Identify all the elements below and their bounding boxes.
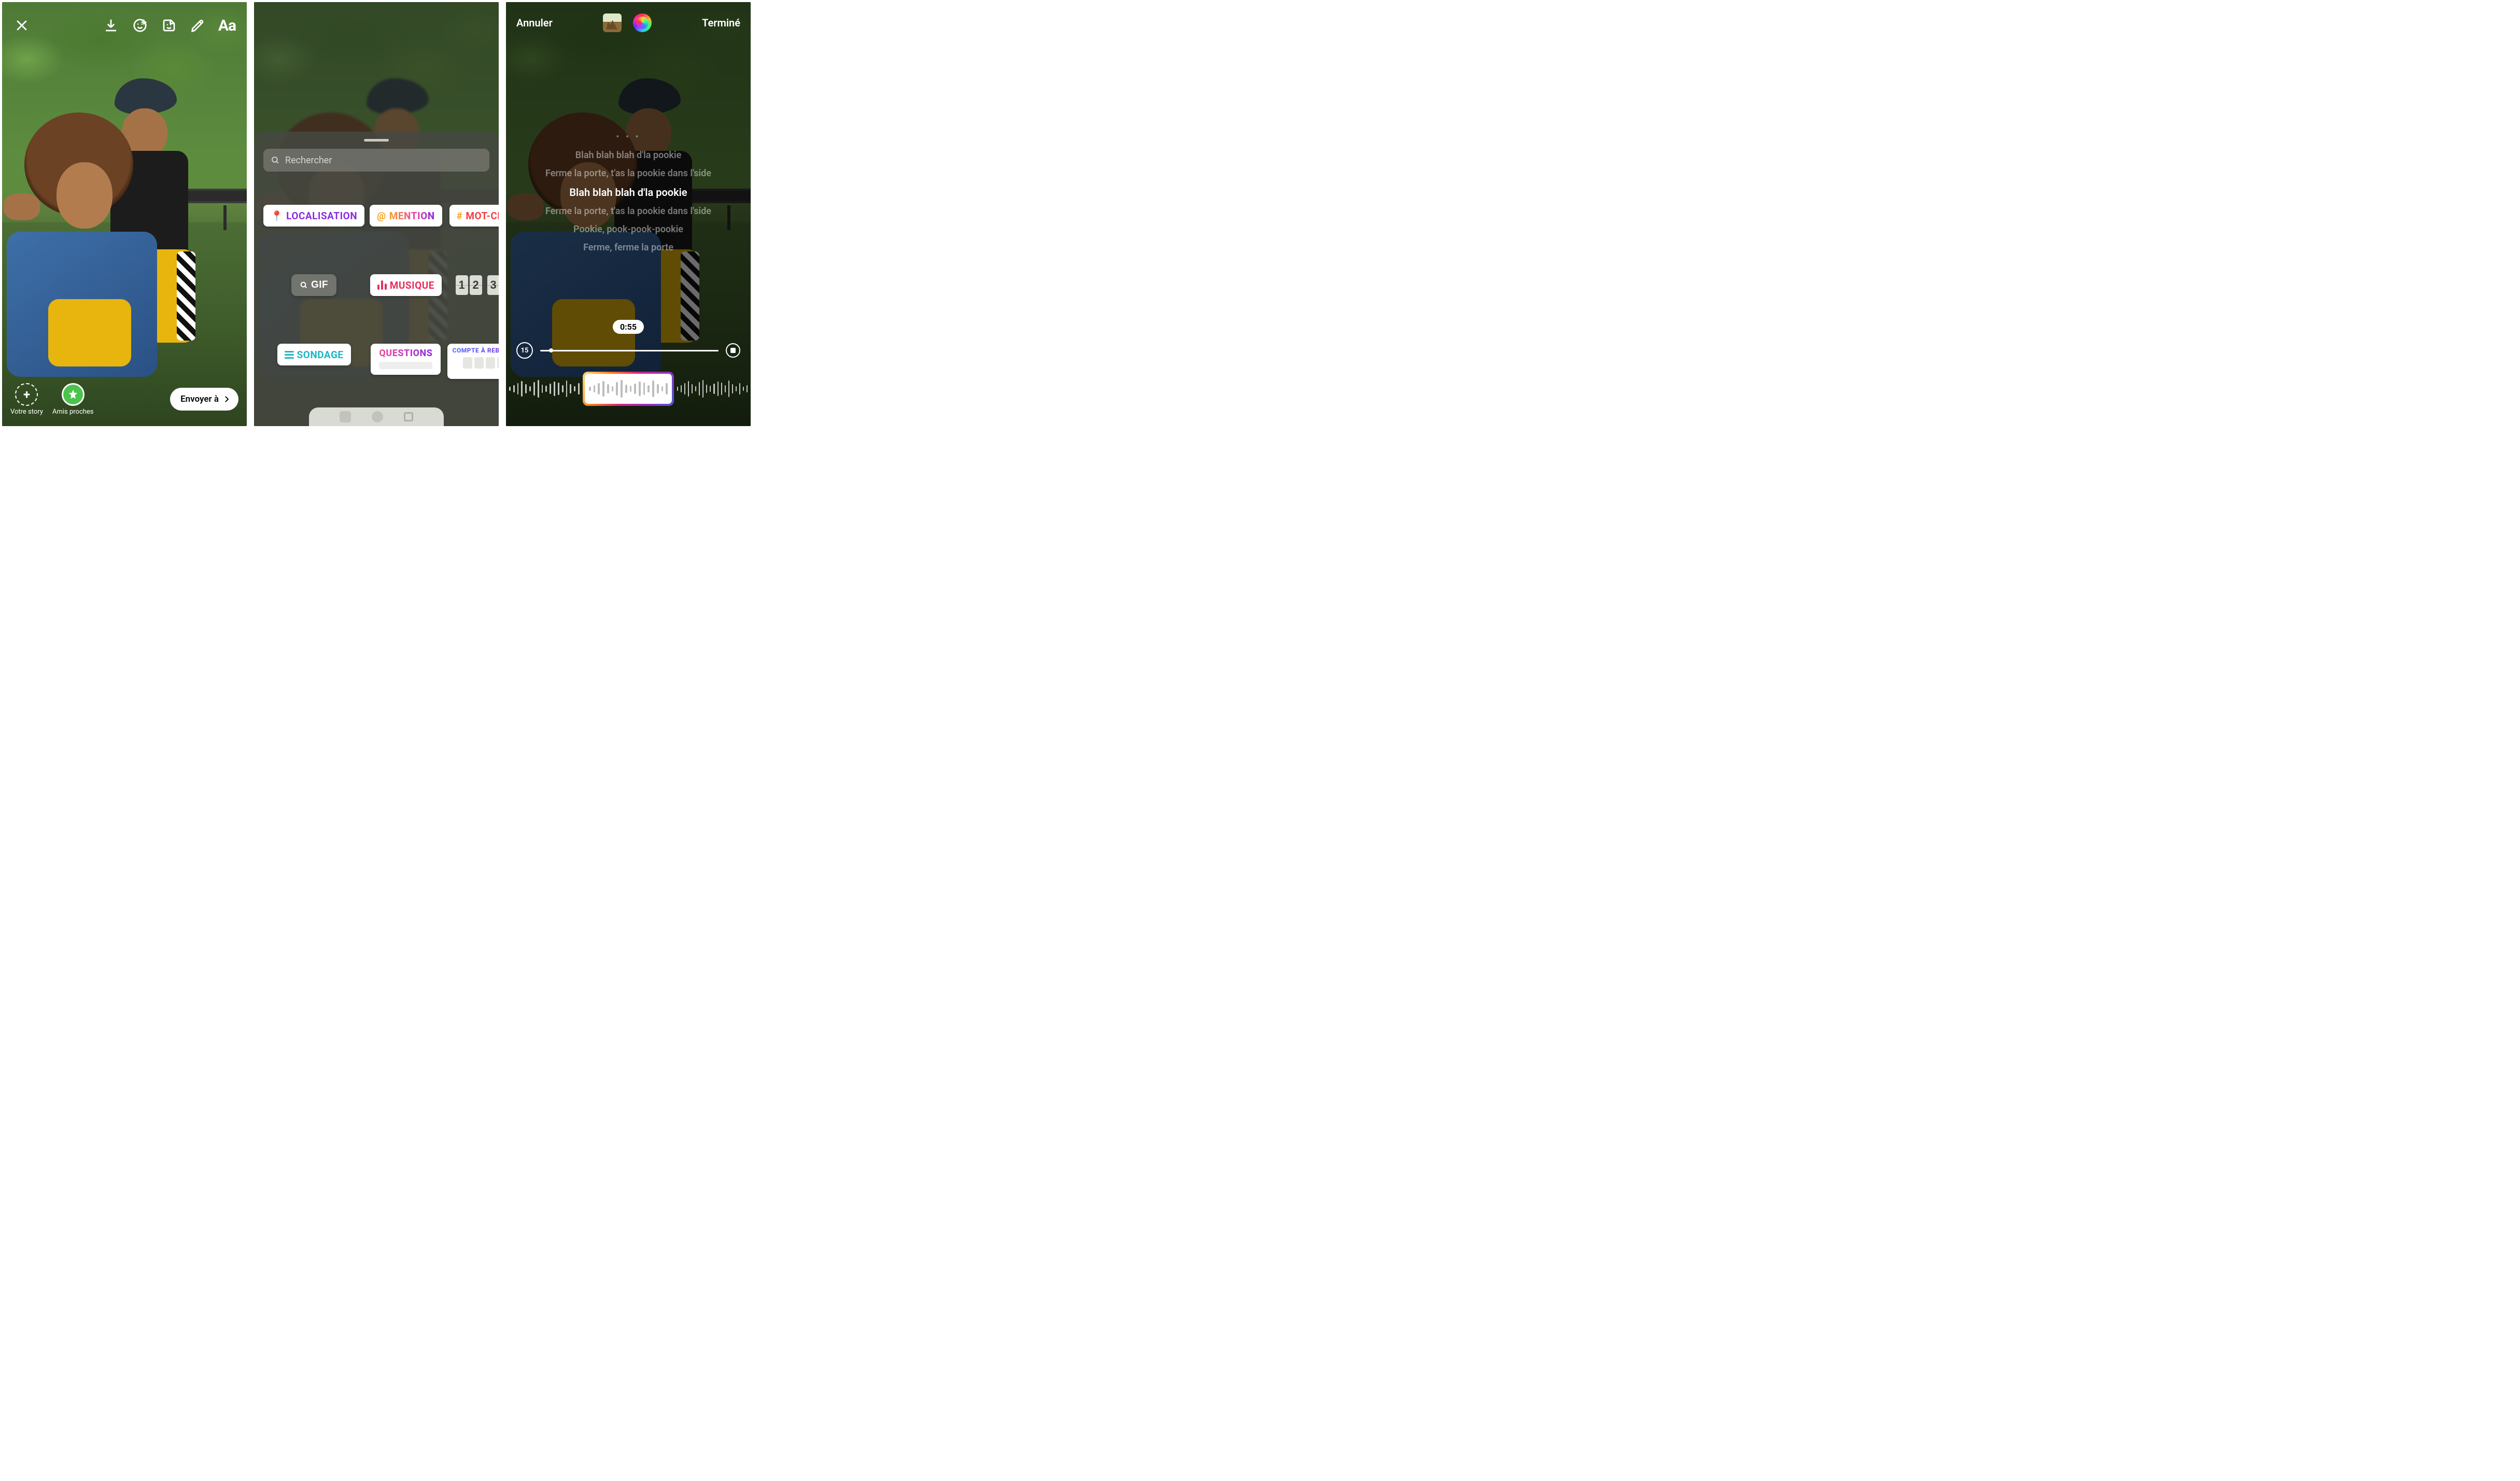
send-to-button[interactable]: Envoyer à — [170, 388, 238, 411]
chevron-right-icon — [222, 394, 231, 404]
equalizer-icon — [377, 280, 387, 290]
story-composer-screen: Aa + Votre story Amis proches Envoyer à — [2, 2, 247, 426]
playback-slider[interactable] — [540, 350, 719, 351]
poll-lines-icon — [285, 351, 294, 359]
lyric-line: Ferme, ferme la porte — [583, 242, 673, 253]
lyric-line-active: Blah blah blah d'la pookie — [569, 186, 687, 199]
photo-background — [2, 2, 247, 426]
close-friends-button[interactable]: Amis proches — [52, 383, 94, 416]
clip-duration-button[interactable]: 15 — [516, 342, 533, 359]
close-friends-label: Amis proches — [52, 408, 94, 416]
color-style-button[interactable] — [633, 13, 652, 32]
sticker-search-input[interactable]: Rechercher — [263, 149, 489, 172]
sticker-location[interactable]: 📍 LOCALISATION — [263, 205, 364, 227]
current-timestamp: 0:55 — [613, 320, 644, 334]
sticker-tray-screen: Rechercher 📍 LOCALISATION @ MENTION # MO… — [254, 2, 499, 426]
composer-toolbar: Aa — [2, 11, 247, 39]
text-tool-button[interactable]: Aa — [218, 16, 236, 35]
cancel-button[interactable]: Annuler — [516, 17, 553, 29]
lyrics-leading-dots: • • • — [616, 132, 640, 143]
search-placeholder: Rechercher — [285, 155, 332, 166]
done-button[interactable]: Terminé — [702, 17, 740, 29]
lyric-line: Blah blah blah d'la pookie — [575, 150, 682, 161]
person-foreground — [7, 112, 162, 382]
music-editor-screen: Annuler Terminé • • • Blah blah blah d'l… — [506, 2, 751, 426]
download-icon[interactable] — [102, 16, 120, 35]
waveform-right — [674, 378, 751, 400]
sticker-music[interactable]: MUSIQUE — [370, 274, 442, 296]
composer-bottom-bar: + Votre story Amis proches Envoyer à — [2, 378, 247, 420]
android-nav-bar — [309, 407, 444, 426]
lyric-line: Ferme la porte, t'as la pookie dans l'si… — [545, 206, 711, 217]
sticker-gif[interactable]: GIF — [291, 274, 336, 296]
album-art-style-button[interactable] — [603, 13, 622, 32]
nav-back-icon[interactable] — [404, 412, 413, 421]
at-icon: @ — [377, 210, 386, 222]
waveform-left — [506, 378, 583, 400]
search-icon — [271, 156, 280, 165]
lyric-line: Pookie, pook-pook-pookie — [573, 224, 683, 235]
waveform-scrubber[interactable] — [506, 370, 751, 407]
playback-slider-row: 15 — [516, 343, 740, 358]
lyric-line: Ferme la porte, t'as la pookie dans l'si… — [545, 168, 711, 179]
sticker-grid: 📍 LOCALISATION @ MENTION # MOT-CLIC GIF … — [263, 205, 489, 379]
sticker-time[interactable]: 1 2 3 4 — [456, 274, 499, 296]
music-editor-toolbar: Annuler Terminé — [506, 13, 751, 32]
search-icon — [300, 281, 308, 289]
sticker-mention[interactable]: @ MENTION — [370, 205, 442, 227]
slider-thumb[interactable] — [549, 348, 553, 352]
tray-drag-handle[interactable] — [364, 139, 389, 142]
sticker-poll[interactable]: SONDAGE — [277, 344, 351, 365]
your-story-button[interactable]: + Votre story — [10, 383, 43, 416]
nav-home-icon[interactable] — [372, 411, 383, 422]
sticker-questions[interactable]: QUESTIONS — [371, 344, 441, 375]
pin-icon: 📍 — [271, 210, 283, 222]
sticker-hashtag[interactable]: # MOT-CLIC — [449, 205, 499, 227]
your-story-label: Votre story — [10, 408, 43, 416]
waveform-selected — [585, 374, 672, 404]
close-icon[interactable] — [12, 16, 31, 35]
draw-icon[interactable] — [189, 16, 207, 35]
sticker-icon[interactable] — [160, 16, 178, 35]
your-story-circle-icon: + — [15, 383, 38, 406]
lyrics-scroller[interactable]: • • • Blah blah blah d'la pookie Ferme l… — [506, 132, 751, 253]
questions-input-preview — [379, 362, 432, 369]
sticker-tray[interactable]: Rechercher 📍 LOCALISATION @ MENTION # MO… — [254, 132, 499, 426]
send-to-label: Envoyer à — [180, 394, 219, 404]
clip-selection-window[interactable] — [583, 372, 674, 406]
hash-icon: # — [457, 210, 463, 222]
face-effect-icon[interactable] — [131, 16, 149, 35]
close-friends-star-icon — [62, 383, 85, 406]
stop-button[interactable] — [726, 343, 740, 358]
sticker-countdown[interactable]: COMPTE À REBOURS — [447, 344, 499, 379]
nav-recent-icon[interactable] — [340, 411, 351, 422]
countdown-tiles-icon — [463, 357, 499, 369]
